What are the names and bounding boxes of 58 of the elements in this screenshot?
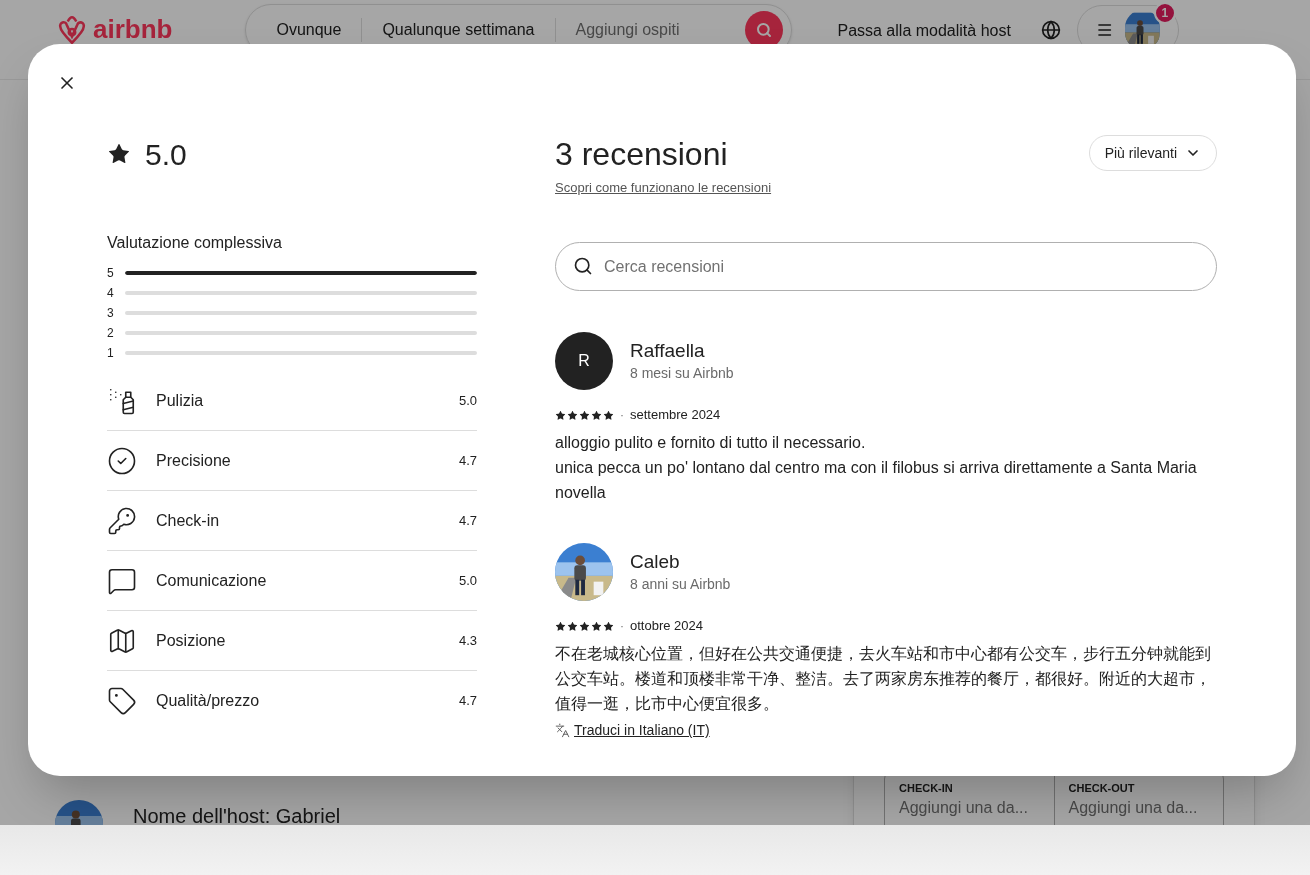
category-score: 4.7 xyxy=(458,511,477,530)
category-label: Posizione xyxy=(156,630,226,651)
review-date: settembre 2024 xyxy=(630,406,721,425)
search-segment[interactable]: Qualunque settimana xyxy=(382,18,535,42)
category-label: Qualità/prezzo xyxy=(156,691,260,711)
rating-level-label: 5 xyxy=(107,265,115,282)
category-label: Precisione xyxy=(156,450,231,471)
notification-badge: 1 xyxy=(1153,2,1176,24)
review-text: alloggio pulito e fornito di tutto il necessario. unica pecca un po' lontano dal centro ma con il filobus si arriva direttamente a Santa Maria novella xyxy=(555,433,1198,503)
star-icon xyxy=(591,620,602,632)
host-name: Nome dell'host: Gabriel xyxy=(133,804,341,825)
rating-level-label: 4 xyxy=(107,285,115,302)
star-icon xyxy=(579,409,590,421)
category-label: Pulizia xyxy=(156,390,204,411)
star-icon xyxy=(567,620,578,632)
overall-rating: 5.0 xyxy=(145,136,187,173)
host-mode-link[interactable]: Passa alla modalità host xyxy=(837,19,1011,43)
category-score: 4.7 xyxy=(458,692,477,711)
reviews-title: 3 recensioni xyxy=(555,135,729,174)
star-icon xyxy=(107,142,131,166)
category-score: 4.7 xyxy=(458,451,477,470)
guests-placeholder[interactable]: Aggiungi ospiti xyxy=(575,18,680,42)
search-segment[interactable]: Ovunque xyxy=(276,18,342,42)
translate-link[interactable]: Traduci in Italiano (IT) xyxy=(574,720,710,741)
reviewer-name: Caleb xyxy=(630,550,681,574)
search-icon xyxy=(756,22,773,38)
star-icon xyxy=(555,409,566,421)
star-icon xyxy=(603,409,614,421)
rating-level-label: 3 xyxy=(107,305,115,322)
reviewer-tenure: 8 mesi su Airbnb xyxy=(630,364,734,383)
section-title: Valutazione complessiva xyxy=(107,233,283,253)
reviewer-name: Raffaella xyxy=(630,339,706,363)
help-link[interactable]: Scopri come funzionano le recensioni xyxy=(555,179,772,197)
tag-icon xyxy=(107,686,137,716)
separator-dot: · xyxy=(620,618,624,635)
avatar[interactable]: R xyxy=(555,332,613,390)
category-score: 5.0 xyxy=(458,571,477,590)
category-label: Comunicazione xyxy=(156,570,267,591)
category-score: 4.3 xyxy=(458,631,477,650)
category-label: Check-in xyxy=(156,510,220,531)
translate-icon xyxy=(555,723,570,738)
star-icon xyxy=(603,620,614,632)
check-circle-icon xyxy=(107,445,137,476)
category-score: 5.0 xyxy=(458,391,477,410)
star-icon xyxy=(591,409,602,421)
star-icon xyxy=(567,409,578,421)
review-date: ottobre 2024 xyxy=(630,617,703,636)
rating-level-label: 1 xyxy=(107,345,115,362)
star-icon xyxy=(555,620,566,632)
review-text: 不在老城核心位置，但好在公共交通便捷，去火车站和市中心都有公交车，步行五分钟就能到公交车站。楼道和顶楼非常干净、整洁。去了两家房东推荐的餐厅，都很好。附近的大超市，值得一逛，比市中心便宜很多。 xyxy=(555,644,1212,714)
key-icon xyxy=(107,505,137,536)
separator-dot: · xyxy=(620,407,624,424)
search-icon xyxy=(573,256,593,276)
rating-level-label: 2 xyxy=(107,325,115,342)
reviewer-tenure: 8 anni su Airbnb xyxy=(630,575,731,594)
globe-icon[interactable] xyxy=(1040,20,1061,40)
search-field[interactable]: Cerca recensioni xyxy=(555,242,1217,291)
star-icon xyxy=(579,620,590,632)
